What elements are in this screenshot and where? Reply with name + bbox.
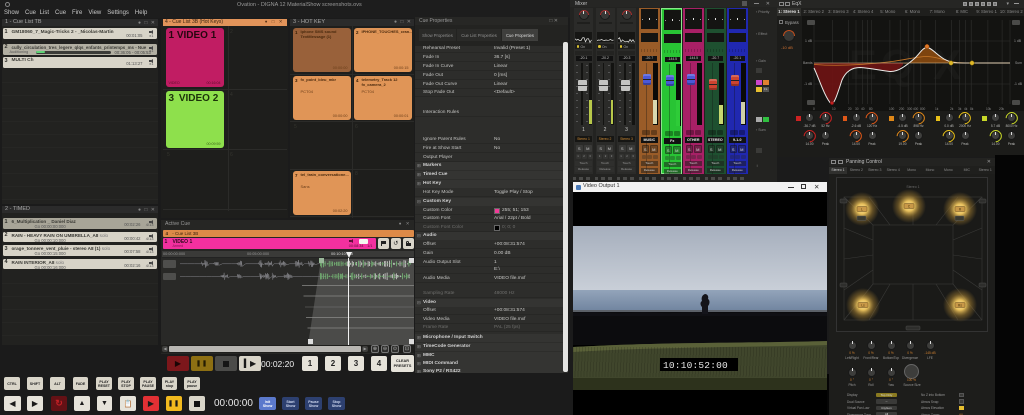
svg-text:L: L [861,208,863,212]
svg-text:Stereo 1: Stereo 1 [906,185,919,189]
svg-text:Rs: Rs [958,304,962,308]
svg-text:Ls: Ls [861,304,865,308]
